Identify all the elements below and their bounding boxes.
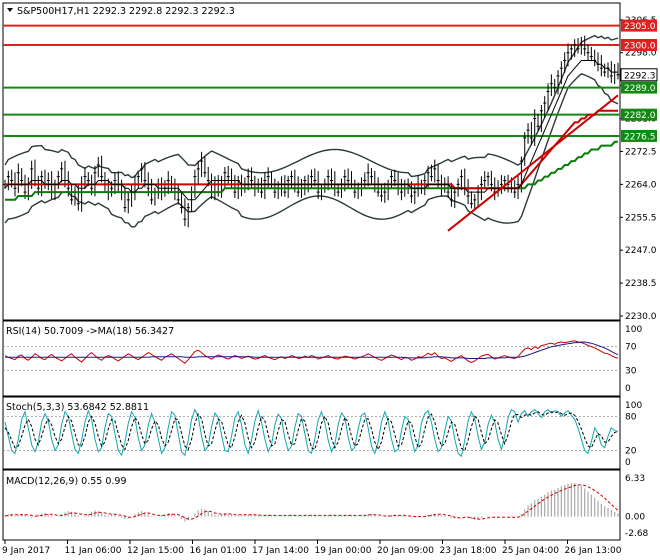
x-tick-label: 25 Jan 04:00: [502, 546, 559, 556]
trading-chart: 2306.52298.02289.52281.02272.52264.02255…: [2, 2, 658, 556]
level-badge-label: 2282.0: [624, 111, 656, 121]
y-tick-label: 2264.0: [625, 180, 657, 190]
y-tick-label: 20: [625, 447, 637, 457]
level-badge-label: 2289.0: [624, 84, 656, 94]
price-panel: [2, 2, 621, 321]
y-tick-label: -2.68: [625, 529, 649, 539]
x-tick-label: 19 Jan 00:00: [315, 546, 372, 556]
x-axis-labels: 9 Jan 2017 11 Jan 06:00 12 Jan 15:00 16 Jan…: [2, 540, 622, 556]
y-tick-label: 70: [625, 343, 637, 353]
x-tick-label: 20 Jan 09:00: [377, 546, 434, 556]
y-tick-label: 100: [625, 325, 642, 335]
y-tick-label: 2272.5: [625, 147, 657, 157]
y-tick-label: 0: [625, 384, 631, 394]
y-tick-label: 2238.5: [625, 279, 657, 289]
symbol-header: S&P500H17,H1 2292.3 2292.8 2292.3 2292.3: [17, 6, 235, 17]
y-tick-label: 0.00: [625, 513, 645, 523]
y-tick-label: 6.33: [625, 474, 645, 484]
x-tick-label: 9 Jan 2017: [2, 546, 50, 556]
level-badge-label: 2276.5: [624, 132, 656, 142]
x-tick-label: 12 Jan 15:00: [127, 546, 184, 556]
y-tick-label: 0: [625, 458, 631, 468]
x-tick-label: 17 Jan 14:00: [252, 546, 309, 556]
level-badge-label: 2300.0: [624, 41, 656, 51]
y-tick-label: 2255.5: [625, 213, 657, 223]
y-tick-label: 80: [625, 412, 637, 422]
rsi-title: RSI(14) 50.7009 ->MA(18) 56.3427: [6, 326, 174, 337]
y-tick-label: 2247.0: [625, 246, 657, 256]
x-tick-label: 11 Jan 06:00: [65, 546, 122, 556]
x-tick-label: 26 Jan 13:00: [565, 546, 622, 556]
macd-title: MACD(12,26,9) 0.55 0.99: [6, 476, 127, 487]
stoch-title: Stoch(5,3,3) 53.6842 52.8811: [6, 402, 149, 413]
y-tick-label: 30: [625, 366, 637, 376]
x-tick-label: 23 Jan 18:00: [440, 546, 497, 556]
level-badge-label: 2305.0: [624, 22, 656, 32]
y-axis-labels: 2306.52298.02289.52281.02272.52264.02255…: [620, 16, 657, 539]
x-tick-label: 16 Jan 01:00: [190, 546, 247, 556]
current-price-label: 2292.3: [624, 71, 656, 81]
y-tick-label: 2230.0: [625, 312, 657, 322]
y-tick-label: 100: [625, 401, 642, 411]
